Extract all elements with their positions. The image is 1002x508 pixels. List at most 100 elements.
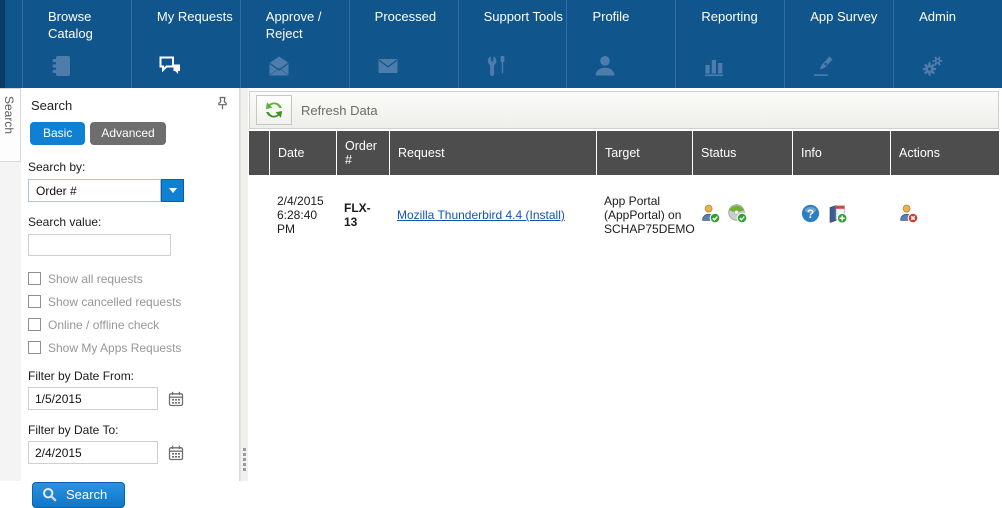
search-button[interactable]: Search	[32, 482, 125, 508]
checkbox-show-all-requests[interactable]: Show all requests	[28, 270, 229, 287]
header-cell-empty	[249, 131, 269, 175]
checkbox-icon	[28, 295, 41, 308]
refresh-icon	[256, 95, 292, 125]
search-by-selected-value: Order #	[28, 179, 161, 202]
splitter-grip-icon	[243, 446, 246, 473]
search-value-input[interactable]	[28, 234, 171, 256]
header-cell-status[interactable]: Status	[692, 131, 792, 175]
date-from-input[interactable]	[28, 387, 158, 410]
nav-tab-my-requests[interactable]: My Requests	[131, 0, 240, 88]
help-icon[interactable]: ?	[800, 203, 821, 227]
checkbox-icon	[28, 272, 41, 285]
svg-text:?: ?	[807, 207, 814, 221]
select-dropdown-button[interactable]	[161, 179, 184, 202]
main-content: Refresh Data Date Order # Request Target…	[248, 88, 1002, 481]
header-cell-actions[interactable]: Actions	[890, 131, 999, 175]
calendar-icon[interactable]	[167, 390, 185, 408]
nav-tab-label: Browse Catalog	[48, 9, 130, 42]
row-status-icons	[692, 197, 792, 233]
panel-splitter[interactable]	[240, 88, 248, 481]
add-package-icon[interactable]	[827, 203, 848, 227]
header-cell-request[interactable]: Request	[389, 131, 596, 175]
refresh-data-label: Refresh Data	[301, 103, 378, 118]
nav-tab-label: Profile	[592, 9, 674, 26]
nav-tab-reporting[interactable]: Reporting	[675, 0, 784, 88]
date-to-input[interactable]	[28, 441, 158, 464]
nav-tab-label: Admin	[919, 9, 1001, 26]
date-from-label: Filter by Date From:	[28, 369, 229, 383]
checkbox-label: Show cancelled requests	[48, 295, 181, 309]
refresh-data-button[interactable]: Refresh Data	[249, 91, 999, 129]
side-strip: Search	[0, 88, 21, 481]
search-value-label: Search value:	[28, 215, 229, 229]
row-action-icons	[890, 197, 999, 233]
chat-bubbles-icon	[157, 53, 240, 80]
chevron-down-icon	[169, 188, 177, 193]
row-select-cell	[249, 209, 269, 221]
catalog-icon	[48, 53, 131, 80]
table-header-row: Date Order # Request Target Status Info …	[249, 131, 999, 175]
header-cell-info[interactable]: Info	[792, 131, 890, 175]
pen-icon	[810, 53, 893, 80]
search-by-select[interactable]: Order #	[28, 179, 184, 202]
header-cell-date[interactable]: Date	[269, 131, 336, 175]
pin-icon[interactable]	[216, 96, 229, 114]
nav-tab-browse-catalog[interactable]: Browse Catalog	[22, 0, 131, 88]
nav-tab-label: Processed	[375, 9, 457, 26]
search-panel-title: Search	[31, 98, 72, 113]
bar-chart-icon	[701, 53, 784, 80]
nav-tab-approve-reject[interactable]: Approve / Reject	[240, 0, 349, 88]
checkbox-label: Show My Apps Requests	[48, 341, 181, 355]
cancel-request-icon[interactable]	[898, 203, 919, 227]
request-link[interactable]: Mozilla Thunderbird 4.4 (Install)	[397, 208, 565, 222]
header-cell-target[interactable]: Target	[596, 131, 692, 175]
row-order-number: FLX-13	[336, 195, 389, 235]
search-button-label: Search	[66, 487, 107, 502]
tools-icon	[484, 53, 567, 80]
search-vertical-tab[interactable]: Search	[0, 88, 21, 162]
gears-icon	[919, 53, 1002, 80]
date-to-label: Filter by Date To:	[28, 423, 229, 437]
checkbox-online-offline-check[interactable]: Online / offline check	[28, 316, 229, 333]
checkbox-label: Show all requests	[48, 272, 143, 286]
nav-tab-support-tools[interactable]: Support Tools	[458, 0, 567, 88]
requests-table: Date Order # Request Target Status Info …	[249, 131, 999, 255]
tab-basic[interactable]: Basic	[30, 122, 85, 145]
checkbox-icon	[28, 318, 41, 331]
search-panel-header: Search	[28, 96, 229, 114]
date-from-row	[28, 387, 229, 410]
media-ready-icon	[727, 203, 748, 227]
open-envelope-icon	[266, 53, 349, 80]
nav-tab-processed[interactable]: Processed	[349, 0, 458, 88]
calendar-icon[interactable]	[167, 444, 185, 462]
search-panel: Search Basic Advanced Search by: Order #…	[21, 88, 240, 481]
person-icon	[592, 53, 675, 80]
app-portal-screen: Browse Catalog My Requests Approve / Rej…	[0, 0, 1002, 481]
checkbox-label: Online / offline check	[48, 318, 159, 332]
search-mode-tabs: Basic Advanced	[28, 122, 229, 145]
row-info-icons: ?	[792, 197, 890, 233]
checkbox-show-cancelled-requests[interactable]: Show cancelled requests	[28, 293, 229, 310]
nav-tab-label: Support Tools	[484, 9, 566, 26]
nav-tab-label: Reporting	[701, 9, 783, 26]
search-vertical-tab-label: Search	[2, 96, 16, 134]
nav-tab-label: Approve / Reject	[266, 9, 348, 42]
nav-tab-label: App Survey	[810, 9, 892, 26]
row-target: App Portal (AppPortal) on SCHAP75DEMO	[596, 188, 692, 242]
checkbox-group: Show all requests Show cancelled request…	[28, 270, 229, 356]
nav-tab-admin[interactable]: Admin	[893, 0, 1002, 88]
nav-tab-label: My Requests	[157, 9, 239, 26]
date-to-row	[28, 441, 229, 464]
checkbox-show-my-apps-requests[interactable]: Show My Apps Requests	[28, 339, 229, 356]
search-by-label: Search by:	[28, 160, 229, 174]
table-row: 2/4/2015 6:28:40 PM FLX-13 Mozilla Thund…	[249, 175, 999, 255]
checkbox-icon	[28, 341, 41, 354]
row-date: 2/4/2015 6:28:40 PM	[269, 188, 336, 242]
top-navigation: Browse Catalog My Requests Approve / Rej…	[0, 0, 1002, 88]
nav-tab-app-survey[interactable]: App Survey	[784, 0, 893, 88]
header-cell-order[interactable]: Order #	[336, 131, 389, 175]
magnifier-icon	[42, 487, 57, 502]
envelope-icon	[375, 53, 458, 80]
nav-tab-profile[interactable]: Profile	[566, 0, 675, 88]
tab-advanced[interactable]: Advanced	[90, 122, 165, 145]
